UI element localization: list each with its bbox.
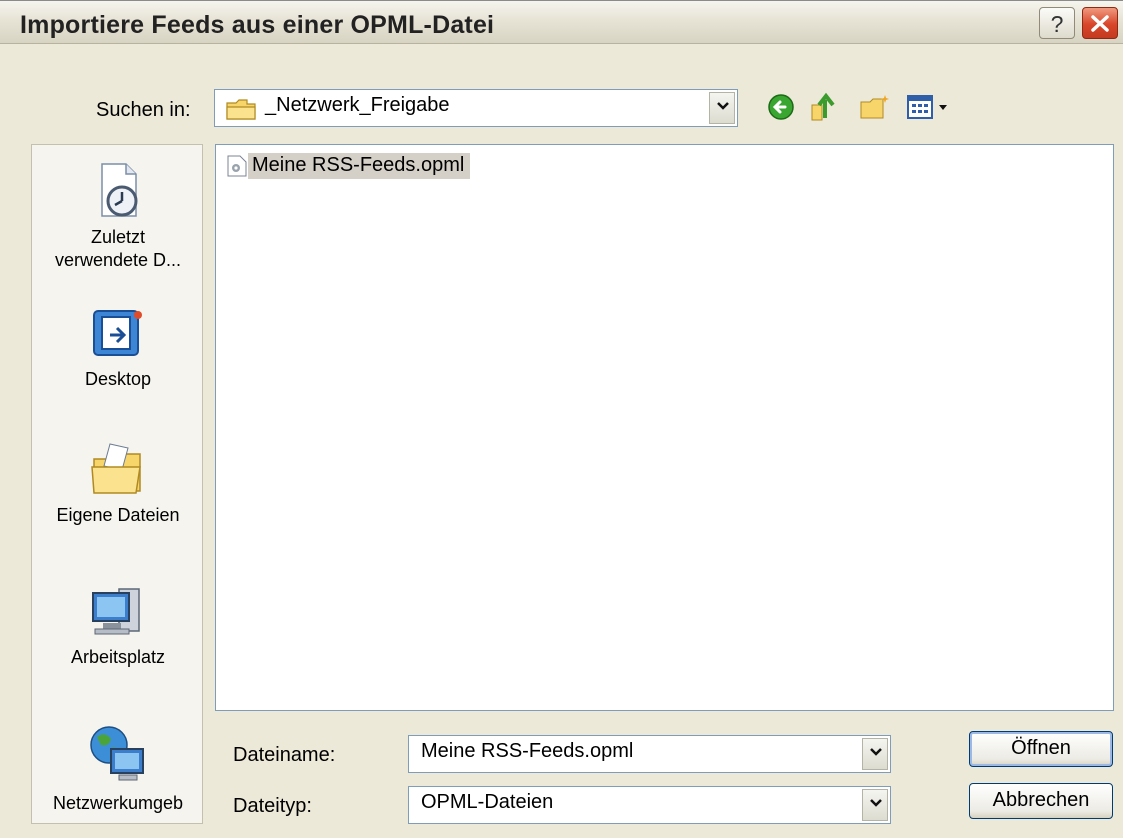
open-file-dialog: Importiere Feeds aus einer OPML-Datei ? … [0,0,1123,838]
network-places-icon [90,726,144,781]
window-title: Importiere Feeds aus einer OPML-Datei [20,11,495,39]
opml-file-icon [227,155,247,177]
back-icon[interactable] [767,93,795,121]
place-my-computer[interactable]: Arbeitsplatz [32,583,204,669]
filename-dropdown-button[interactable] [862,738,888,770]
file-name: Meine RSS-Feeds.opml [248,153,471,179]
chevron-down-icon [717,102,729,110]
place-desktop[interactable]: Desktop [32,305,204,391]
view-menu-icon[interactable] [906,94,954,120]
filetype-label: Dateityp: [233,795,312,817]
help-button[interactable]: ? [1039,7,1075,39]
place-desktop-label: Desktop [84,369,152,389]
new-folder-icon[interactable] [859,93,891,121]
recent-documents-icon [101,163,138,217]
places-bar: Zuletzt verwendete D... Desktop Eigene D… [31,144,203,824]
lookin-combo[interactable]: _Netzwerk_Freigabe [214,89,738,127]
desktop-icon [93,310,142,356]
help-icon: ? [1050,11,1064,37]
lookin-value: _Netzwerk_Freigabe [265,94,450,116]
filetype-dropdown-button[interactable] [862,789,888,821]
filetype-value: OPML-Dateien [421,791,554,813]
filename-value: Meine RSS-Feeds.opml [421,740,634,762]
folder-icon [226,99,256,120]
chevron-down-icon [870,799,882,807]
place-my-computer-label: Arbeitsplatz [70,647,166,667]
title-bar[interactable]: Importiere Feeds aus einer OPML-Datei ? [0,0,1123,44]
place-my-documents[interactable]: Eigene Dateien [32,439,204,527]
list-item[interactable]: Meine RSS-Feeds.opml [226,152,471,180]
close-button[interactable] [1082,7,1118,39]
lookin-label: Suchen in: [96,99,191,121]
cancel-button[interactable]: Abbrechen [969,783,1113,819]
place-network[interactable]: Netzwerkumgeb [32,723,204,815]
file-list[interactable]: Meine RSS-Feeds.opml [215,144,1114,711]
place-my-documents-label: Eigene Dateien [56,505,180,525]
lookin-dropdown-button[interactable] [709,92,735,124]
filename-field[interactable]: Meine RSS-Feeds.opml [408,735,891,773]
place-recent-label: Zuletzt verwendete D... [54,227,182,270]
up-folder-icon[interactable] [809,91,841,123]
filename-label: Dateiname: [233,744,336,766]
filetype-select[interactable]: OPML-Dateien [408,786,891,824]
open-button[interactable]: Öffnen [969,731,1113,767]
place-network-label: Netzwerkumgeb [52,793,184,813]
close-icon [1091,15,1109,32]
my-computer-icon [92,588,140,635]
chevron-down-icon [870,748,882,756]
my-documents-icon [91,443,141,494]
place-recent[interactable]: Zuletzt verwendete D... [32,161,204,272]
